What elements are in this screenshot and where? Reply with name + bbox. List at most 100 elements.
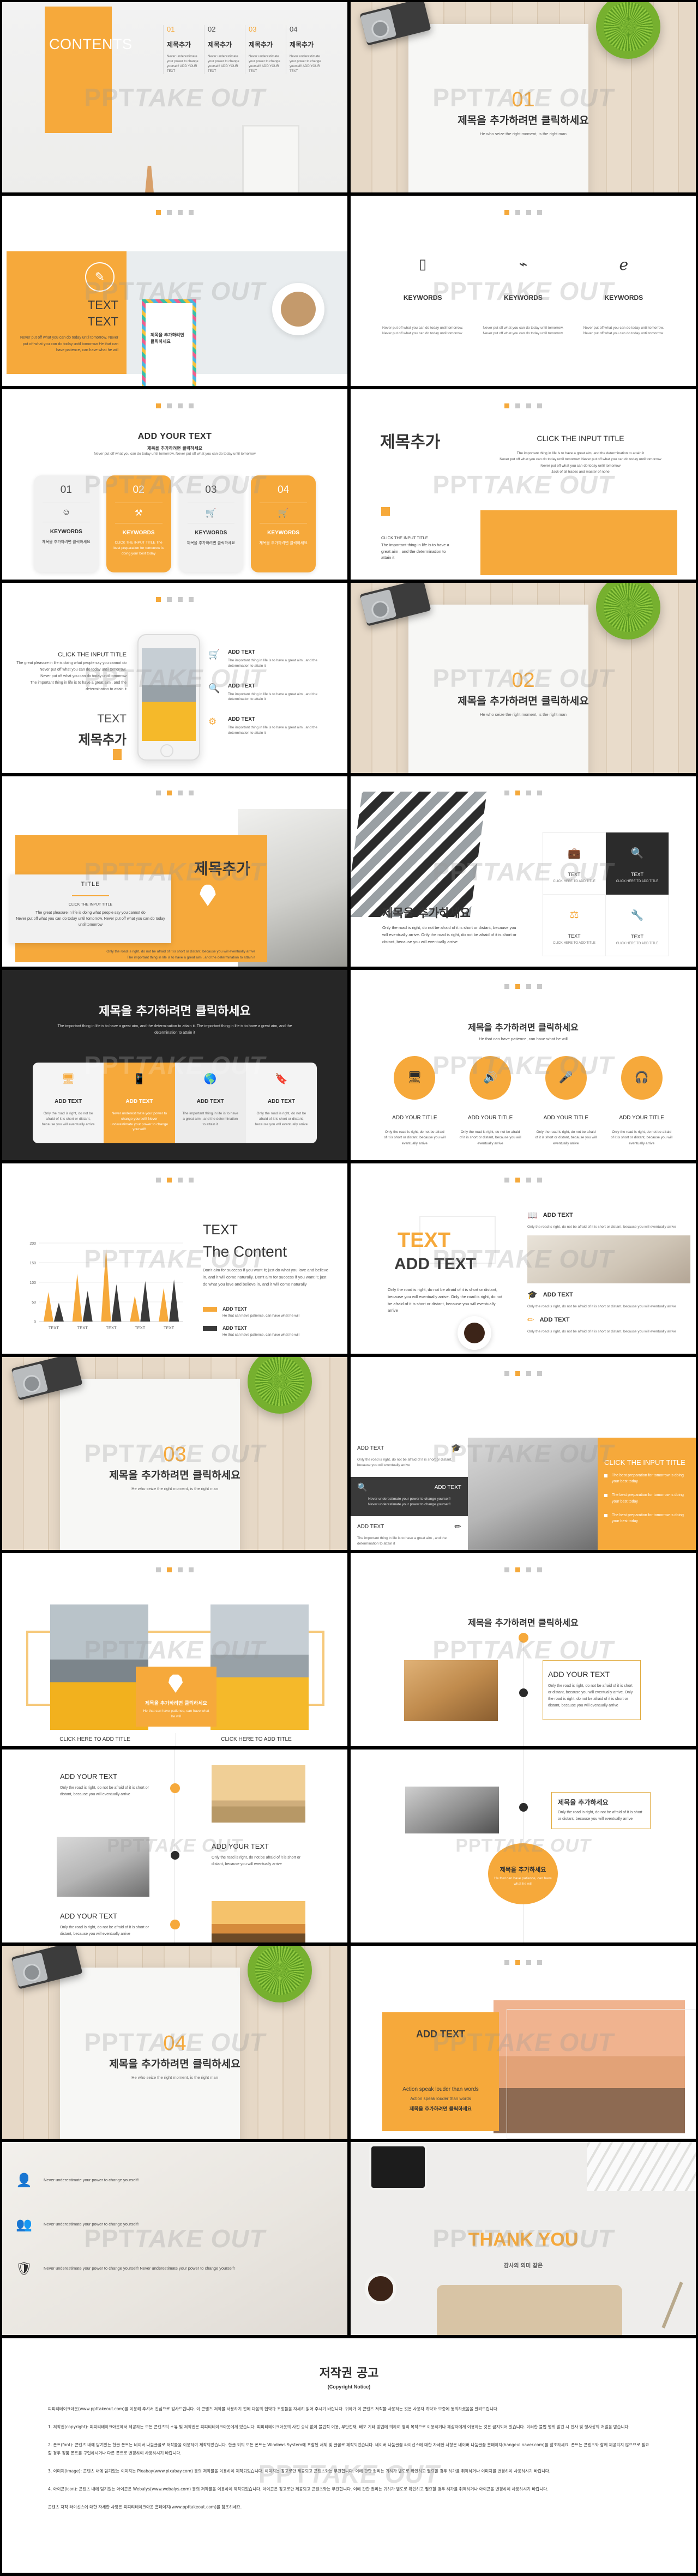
keyword-column[interactable]: e KEYWORDS Never put off what you can do…	[574, 256, 674, 336]
contents-item[interactable]: 02 제목추가 Never underestimate your power t…	[204, 25, 245, 74]
slide-coffee-addtext[interactable]: TEXT ADD TEXT Only the road is right, do…	[351, 1163, 696, 1354]
coffee-item-header[interactable]: 🎓 ADD TEXT	[527, 1290, 690, 1300]
section-dots[interactable]	[2, 210, 347, 215]
slide-timeline-gallery[interactable]: ADD YOUR TEXT Only the road is right, do…	[2, 1749, 347, 1942]
legend-entry: ADD TEXT	[203, 1325, 299, 1331]
svg-text:200: 200	[29, 1242, 36, 1246]
cards-list: 01 ☺ KEYWORDS 제목을 추가하려면 클릭하세요 02 ⚒ KEYWO…	[34, 475, 316, 572]
circle-col[interactable]: 🎤 ADD YOUR TITLE Only the road is right,…	[528, 1056, 604, 1147]
slide-timeline-circle[interactable]: 제목을 추가하세요 Only the road is right, do not…	[351, 1749, 696, 1942]
tile-item[interactable]: 🔧 TEXT CLICK HERE TO ADD TITLE	[606, 895, 669, 956]
tile-item[interactable]: ⚖ TEXT CLICK HERE TO ADD TITLE	[543, 894, 606, 956]
circle-card-title: 제목을 추가하세요	[558, 1799, 609, 1806]
bridge-line-1: Action speak louder than words	[402, 2086, 479, 2092]
tile-item[interactable]: 💼 TEXT CLICK HERE TO ADD TITLE	[543, 832, 606, 895]
icon-row[interactable]: 🛡 Never underestimate your power to chan…	[12, 2261, 338, 2277]
slide-phone-mockup[interactable]: CLICK THE INPUT TITLE The great pleasure…	[2, 583, 347, 773]
gallery-block[interactable]: ADD YOUR TEXT Only the road is right, do…	[212, 1842, 308, 1868]
card-item[interactable]: 03 🛒 KEYWORDS 제목을 추가하려면 클릭하세요	[178, 475, 244, 572]
section-dots[interactable]	[2, 403, 347, 408]
card-item[interactable]: 04 🛒 KEYWORDS 제목을 추가하려면 클릭하세요	[251, 475, 316, 572]
slide-bridge[interactable]: ADD TEXT Action speak louder than words …	[351, 1946, 696, 2139]
card-number: 03	[205, 484, 217, 496]
photo-sunset	[212, 1901, 305, 1942]
chart-spike	[159, 1288, 169, 1322]
slide-divider-02[interactable]: 02 제목을 추가하려면 클릭하세요 He who seize the righ…	[351, 583, 696, 773]
card-body: 제목을 추가하려면 클릭하세요	[186, 541, 235, 545]
slide-title-orange-block[interactable]: 제목추가 CLICK THE INPUT TITLE The important…	[351, 389, 696, 580]
circle-col[interactable]: 🔊 ADD YOUR TITLE Only the road is right,…	[453, 1056, 528, 1147]
laptop-left-block[interactable]: ADD TEXT ✏ The important thing in life i…	[351, 1516, 468, 1550]
circle-col[interactable]: 🎧 ADD YOUR TITLE Only the road is right,…	[604, 1056, 679, 1147]
slide-thank-you[interactable]: THANK YOU 감사의 의미 같은 PPTTAKE OUT	[351, 2142, 696, 2335]
text-body: Never put off what you can do today unti…	[20, 336, 118, 353]
slide-contents[interactable]: CONTENTS 01 제목추가 Never underestimate you…	[2, 2, 347, 192]
dark-col[interactable]: 🖥 ADD TEXT Only the road is right, do no…	[33, 1063, 104, 1143]
contents-item[interactable]: 01 제목추가 Never underestimate your power t…	[163, 25, 204, 74]
section-dots[interactable]	[2, 1178, 347, 1183]
phone-item[interactable]: 🔍 ADD TEXT The important thing in life i…	[208, 683, 340, 703]
section-dots[interactable]	[351, 210, 696, 215]
slide-divider-04[interactable]: 04 제목을 추가하려면 클릭하세요 He who seize the righ…	[2, 1946, 347, 2139]
slide-divider-01[interactable]: 01 제목을 추가하려면 클릭하세요 He who seize the righ…	[351, 2, 696, 192]
slide-taxi[interactable]: 제목을 추가하려면 클릭하세요 He that can have patienc…	[2, 1553, 347, 1746]
laptop-left-block[interactable]: ADD TEXT 🔍 Never underestimate your powe…	[351, 1477, 468, 1516]
slide-circles-4col[interactable]: 제목을 추가하려면 클릭하세요 He that can have patienc…	[351, 970, 696, 1160]
contents-item[interactable]: 04 제목추가 Never underestimate your power t…	[286, 25, 327, 74]
phone-big-en: TEXT	[97, 713, 127, 725]
tile-item[interactable]: 🔍 TEXT CLICK HERE TO ADD TITLE	[606, 832, 669, 895]
section-dots[interactable]	[351, 1371, 696, 1376]
dark-col[interactable]: 📱 ADD TEXT Never underestimate your powe…	[104, 1063, 175, 1143]
section-dots[interactable]	[351, 1960, 696, 1965]
contents-item[interactable]: 03 제목추가 Never underestimate your power t…	[245, 25, 286, 74]
timeline-card-body: Only the road is right, do not be afraid…	[548, 1684, 633, 1708]
slide-text-clipboard[interactable]: 제목을 추가하려면 클릭하세요 ✎ TEXT TEXT Never put of…	[2, 196, 347, 386]
slide-timeline-camera[interactable]: 제목을 추가하려면 클릭하세요 ADD YOUR TEXT Only the r…	[351, 1553, 696, 1746]
section-dots[interactable]	[2, 791, 347, 795]
gallery-block[interactable]: ADD YOUR TEXT Only the road is right, do…	[60, 1912, 153, 1938]
shield-user-icon: 🛡	[15, 2261, 33, 2276]
slide-dark-4col[interactable]: 제목을 추가하려면 클릭하세요 The important thing in l…	[2, 970, 347, 1160]
slide-keywords-3col[interactable]: ▯ KEYWORDS Never put off what you can do…	[351, 196, 696, 386]
section-dots[interactable]	[351, 984, 696, 989]
slide-cards-4[interactable]: ADD YOUR TEXT 제목을 추가하려면 클릭하세요 Never put …	[2, 389, 347, 580]
card-item[interactable]: 01 ☺ KEYWORDS 제목을 추가하려면 클릭하세요	[34, 475, 99, 572]
gallery-block[interactable]: ADD YOUR TEXT Only the road is right, do…	[60, 1772, 153, 1798]
coffee-item-header[interactable]: 📖 ADD TEXT	[527, 1210, 690, 1220]
keyword-column[interactable]: ⌁ KEYWORDS Never put off what you can do…	[473, 256, 573, 336]
slide-pens-tiles[interactable]: 제목을 추가하세요 Only the road is right, do not…	[351, 776, 696, 967]
section-dots[interactable]	[351, 1178, 696, 1183]
section-dots[interactable]	[351, 403, 696, 408]
gallery-body: Only the road is right, do not be afraid…	[212, 1856, 301, 1866]
icon-row[interactable]: 👥 Never underestimate your power to chan…	[12, 2217, 338, 2233]
keyword-column[interactable]: ▯ KEYWORDS Never put off what you can do…	[372, 256, 473, 336]
bridge-line-3: 제목을 추가하려면 클릭하세요	[410, 2107, 472, 2112]
section-dots[interactable]	[351, 1567, 696, 1572]
slide-copyright[interactable]: 저작권 공고 (Copyright Notice) 피피티테이크아웃(www.p…	[2, 2338, 696, 2573]
slide-icons-bottom[interactable]: 👤 Never underestimate your power to chan…	[2, 2142, 347, 2335]
section-dots[interactable]	[2, 597, 347, 602]
bullet-item: The best preparation for tomorrow is doi…	[604, 1512, 688, 1524]
laptop-left-block[interactable]: ADD TEXT 🎓 Only the road is right, do no…	[351, 1438, 468, 1477]
slide-row-5: 제목추가 TITLE CLICK THE INPUT TITLE The gre…	[0, 776, 698, 970]
icon-row[interactable]: 👤 Never underestimate your power to chan…	[12, 2173, 338, 2188]
contents-item-number: 01	[167, 25, 175, 33]
slide-laptop[interactable]: CLICK THE INPUT TITLE The best preparati…	[351, 1357, 696, 1550]
slide-building-panel[interactable]: 제목추가 TITLE CLICK THE INPUT TITLE The gre…	[2, 776, 347, 967]
slide-divider-03[interactable]: 03 제목을 추가하려면 클릭하세요 He who seize the righ…	[2, 1357, 347, 1550]
card-item[interactable]: 02 ⚒ KEYWORDS CLICK THE INPUT TITLE The …	[106, 475, 171, 572]
section-dots[interactable]	[351, 791, 696, 795]
phone-item-body: The important thing in life is to have a…	[228, 692, 318, 702]
globe-icon: 🌎	[203, 1073, 217, 1085]
circle-title: ADD YOUR TITLE	[543, 1115, 589, 1121]
section-dots[interactable]	[2, 1567, 347, 1572]
card-number: 01	[60, 484, 72, 496]
bridge-title: ADD TEXT	[416, 2029, 465, 2040]
circle-col[interactable]: 🖥 ADD YOUR TITLE Only the road is right,…	[377, 1056, 453, 1147]
dark-col[interactable]: 🌎 ADD TEXT The important thing in life i…	[174, 1063, 246, 1143]
slide-chart[interactable]: 0 50 100 150 200 TEXT TEXT TEXT TEXT TEXT TEXT Th…	[2, 1163, 347, 1354]
coffee-item-header[interactable]: ✏ ADD TEXT	[527, 1315, 690, 1325]
phone-item[interactable]: 🛒 ADD TEXT The important thing in life i…	[208, 649, 340, 669]
phone-item[interactable]: ⚙ ADD TEXT The important thing in life i…	[208, 716, 340, 736]
dark-col[interactable]: 🔖 ADD TEXT Only the road is right, do no…	[245, 1063, 317, 1143]
